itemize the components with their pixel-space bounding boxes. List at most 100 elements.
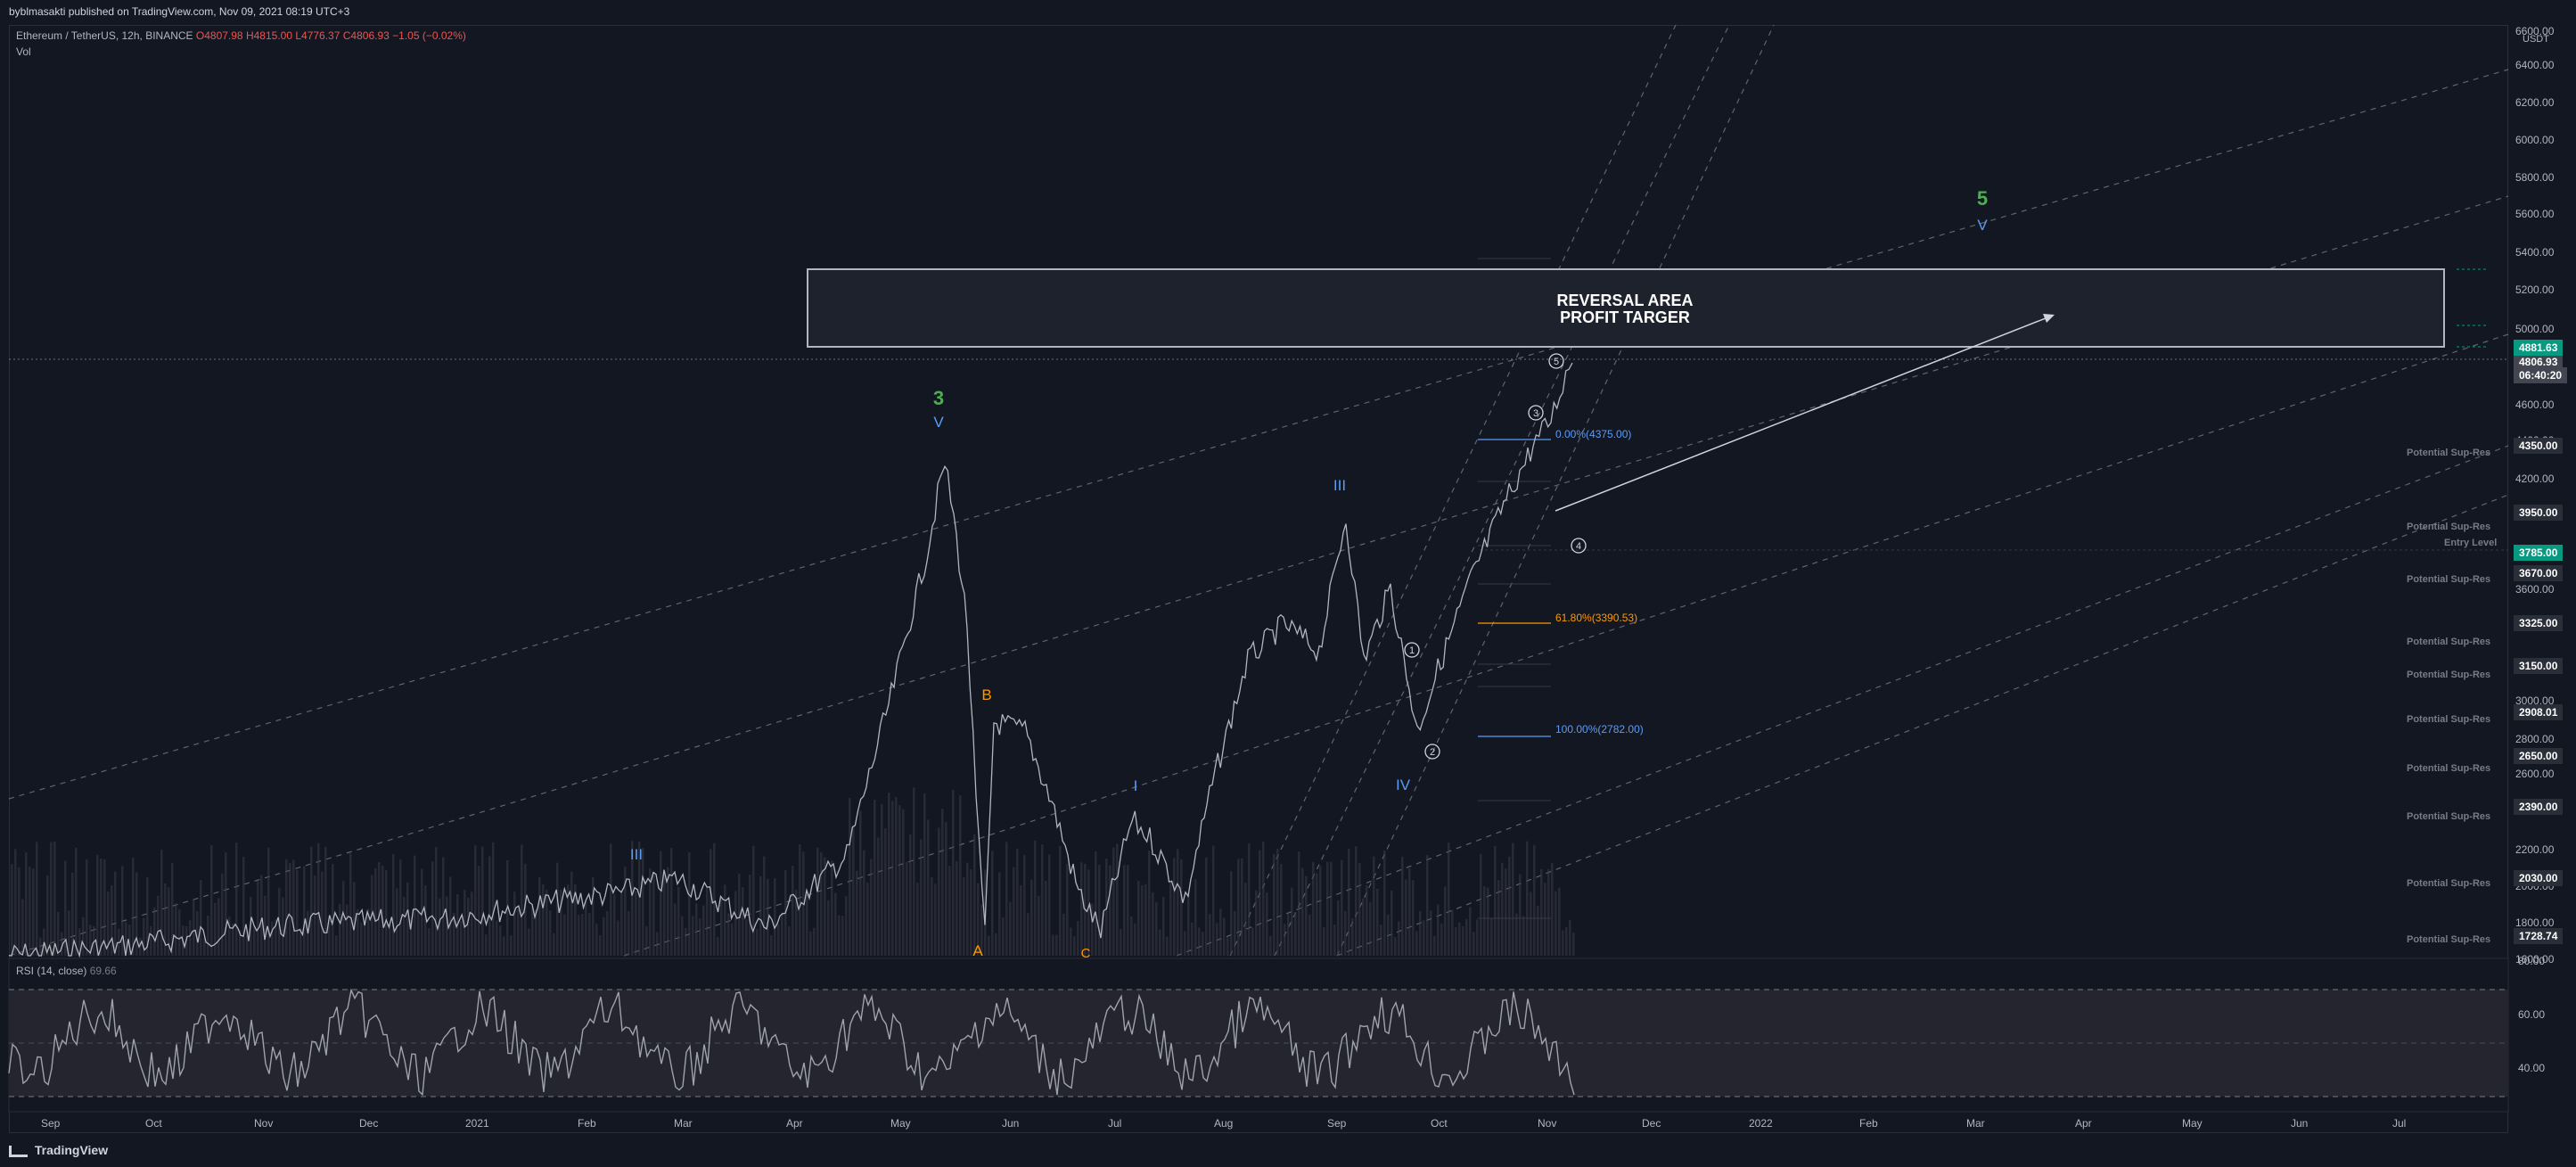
volume-bar — [1080, 862, 1083, 956]
time-axis-label: Apr — [786, 1117, 803, 1130]
volume-bar — [1398, 921, 1400, 956]
volume-bar — [499, 925, 502, 956]
channel-lines — [8, 24, 2509, 957]
volume-bar — [1002, 917, 1005, 956]
volume-bar — [1023, 855, 1026, 956]
volume-bar — [1234, 910, 1236, 956]
volume-bar — [774, 878, 776, 956]
volume-bar — [335, 935, 338, 956]
volume-bar — [1323, 927, 1325, 956]
volume-bar — [200, 879, 202, 956]
volume-bar — [931, 876, 933, 956]
time-axis-label: Jul — [2392, 1117, 2407, 1130]
volume-bar — [1555, 891, 1557, 956]
volume-bar — [756, 929, 759, 956]
volume-bar — [389, 925, 391, 956]
volume-bar — [1473, 932, 1475, 956]
volume-bar — [193, 899, 195, 956]
volume-bar — [970, 869, 972, 956]
volume-bar — [86, 859, 88, 956]
fib-618-label: 61.80%(3390.53) — [1555, 612, 1637, 624]
volume-bar — [578, 915, 580, 956]
wave-i-label: I — [1134, 777, 1138, 794]
volume-bar — [1241, 858, 1243, 956]
volume-bar — [927, 819, 930, 956]
volume-bar — [788, 926, 791, 956]
volume-bar — [160, 849, 163, 956]
volume-bar — [1401, 856, 1404, 956]
volume-bar — [1255, 890, 1258, 956]
volume-bar — [1212, 845, 1215, 956]
volume-bar — [1326, 861, 1329, 956]
fib-0-label: 0.00%(4375.00) — [1555, 428, 1631, 440]
time-axis-label: Feb — [578, 1117, 596, 1130]
volume-bar — [1487, 887, 1489, 956]
volume-bar — [1391, 890, 1393, 956]
volume-bar — [906, 861, 908, 956]
price-axis-label: 5200.00 — [2515, 284, 2555, 296]
volume-bar — [724, 884, 726, 956]
volume-bar — [528, 928, 530, 956]
volume-bar — [1009, 901, 1012, 956]
rsi-name[interactable]: RSI (14, close) — [16, 965, 86, 977]
fib-100-label: 100.00%(2782.00) — [1555, 723, 1644, 736]
volume-bar — [656, 932, 659, 956]
volume-bar — [677, 886, 680, 956]
volume-bar — [1226, 937, 1229, 956]
volume-bar — [50, 842, 53, 956]
volume-bar — [346, 904, 349, 956]
wave-iii-left-label: III — [630, 846, 643, 863]
volume-bar — [1305, 875, 1308, 956]
sr-value-badge: 2650.00 — [2514, 748, 2564, 764]
volume-bar — [1505, 868, 1507, 956]
volume-bar — [706, 887, 709, 956]
volume-bar — [381, 865, 384, 956]
sr-value-badge: 3670.00 — [2514, 565, 2564, 581]
sr-value-badge: 2908.01 — [2514, 704, 2564, 720]
volume-bar — [175, 903, 177, 956]
volume-bar — [521, 844, 523, 956]
volume-bar — [963, 877, 965, 956]
volume-bar — [439, 898, 441, 956]
volume-bar — [670, 848, 673, 956]
time-axis-label: Jun — [1002, 1117, 1020, 1130]
volume-bar — [481, 846, 484, 956]
rsi-legend[interactable]: RSI (14, close) 69.66 — [16, 965, 117, 977]
volume-bar — [635, 891, 637, 956]
volume-bar — [1455, 927, 1457, 956]
volume-bar — [959, 795, 962, 956]
volume-bar — [1337, 900, 1340, 956]
volume-bar — [1512, 842, 1514, 956]
volume-bar — [1309, 914, 1311, 956]
tradingview-logo[interactable]: TradingView — [9, 1143, 108, 1157]
volume-bar — [1547, 869, 1550, 956]
wave-iv-label: IV — [1396, 777, 1411, 793]
volume-bar — [317, 842, 320, 956]
volume-bar — [1073, 936, 1076, 956]
volume-bar — [1237, 859, 1240, 956]
volume-bar — [1433, 935, 1436, 956]
volume-bar — [1251, 927, 1254, 956]
volume-bar — [75, 847, 78, 956]
volume-bar — [1173, 858, 1176, 956]
volume-bar — [332, 864, 334, 956]
volume-bar — [1123, 865, 1126, 956]
volume-bar — [681, 916, 684, 956]
volume-bar — [1062, 913, 1065, 956]
volume-bar — [1098, 864, 1101, 956]
volume-bar — [1483, 885, 1486, 956]
volume-bar — [1180, 859, 1183, 956]
volume-bar — [285, 859, 288, 956]
sr-value-badge: 1728.74 — [2514, 928, 2564, 944]
volume-bar — [1501, 862, 1504, 956]
volume-bar — [816, 847, 819, 956]
volume-bar — [909, 834, 912, 956]
volume-bar — [428, 928, 431, 956]
volume-bar — [296, 869, 299, 956]
price-chart[interactable]: REVERSAL AREA PROFIT TARGER 3 V 5 V B A … — [0, 0, 2576, 1167]
volume-bar — [866, 882, 869, 956]
volume-bar — [1198, 927, 1201, 956]
rsi-axis-40: 40.00 — [2518, 1062, 2546, 1074]
volume-bar — [770, 934, 773, 956]
volume-bar — [1569, 919, 1571, 956]
